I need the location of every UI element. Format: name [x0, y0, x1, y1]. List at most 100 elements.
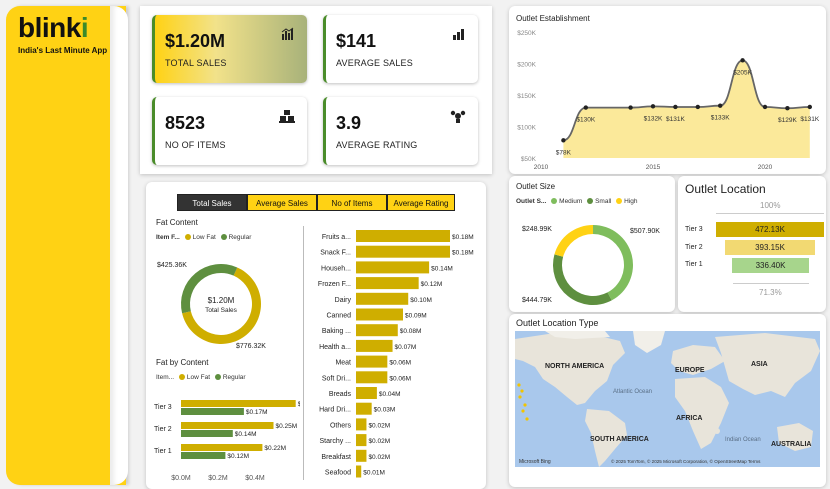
- x-tick: $0.2M: [208, 475, 228, 482]
- donut-slice-regular[interactable]: [181, 264, 238, 314]
- bar-item-type[interactable]: [356, 449, 367, 462]
- map-attribution: © 2025 TomTom, © 2025 Microsoft Corporat…: [611, 458, 761, 464]
- data-label: $131K: [666, 116, 685, 123]
- legend-regular[interactable]: Regular: [229, 234, 252, 241]
- funnel-top-percent: 100%: [760, 201, 781, 210]
- data-point[interactable]: [762, 104, 768, 110]
- bar-item-type[interactable]: [356, 230, 450, 242]
- category-label: Soft Dri...: [322, 375, 351, 382]
- data-point[interactable]: [628, 105, 633, 110]
- category-label: Hard Dri...: [319, 407, 351, 414]
- category-label: Seafood: [325, 470, 351, 477]
- map-label: EUROPE: [675, 367, 705, 374]
- funnel-bar-tier-3[interactable]: 472.13K: [716, 222, 824, 237]
- column-chart-icon: [452, 27, 466, 44]
- map-label: AUSTRALIA: [771, 441, 811, 448]
- donut-center-value: $1.20M: [208, 296, 235, 305]
- kpi-label: AVERAGE RATING: [336, 140, 418, 150]
- funnel-bar-tier-1[interactable]: 336.40K: [732, 258, 809, 273]
- bar-item-type[interactable]: [356, 277, 419, 290]
- legend-low-fat[interactable]: Low Fat: [193, 234, 216, 241]
- item-type-chart: Fruits a... $0.18M Snack F... $0.18M Househ.…: [318, 230, 474, 478]
- bar-item-type[interactable]: [356, 371, 388, 384]
- data-point[interactable]: [785, 106, 790, 111]
- data-point[interactable]: [807, 104, 812, 110]
- data-label: $131K: [800, 116, 819, 123]
- brand-tagline: India's Last Minute App: [18, 46, 108, 55]
- data-label: $0.31M: [298, 401, 300, 408]
- boxes-icon: [279, 109, 295, 126]
- map-label: ASIA: [751, 361, 768, 368]
- legend-low-fat[interactable]: Low Fat: [187, 374, 210, 381]
- outlet-establishment-chart: $250K $200K $150K $100K $50K2010 2015 2020 $78K…: [517, 30, 820, 171]
- map-label: Indian Ocean: [725, 437, 761, 443]
- y-tick: $250K: [517, 30, 536, 37]
- bar-regular[interactable]: [181, 430, 233, 437]
- data-label: $0.14M: [235, 431, 257, 438]
- data-label: $0.06M: [389, 375, 411, 382]
- data-point[interactable]: [740, 58, 745, 63]
- data-label: $0.02M: [368, 422, 390, 429]
- legend-small[interactable]: Small: [595, 198, 611, 205]
- bar-regular[interactable]: [181, 408, 244, 415]
- data-label: $0.10M: [410, 297, 432, 304]
- bar-item-type[interactable]: [356, 308, 403, 321]
- bar-item-type[interactable]: [356, 465, 362, 478]
- legend-high[interactable]: High: [624, 198, 637, 205]
- kpi-card-average-sales[interactable]: $141 AVERAGE SALES: [323, 15, 478, 83]
- tab-no-of-items[interactable]: No of Items: [317, 194, 387, 211]
- data-point[interactable]: [718, 103, 723, 108]
- data-label: $133K: [711, 115, 730, 122]
- bar-item-type[interactable]: [356, 418, 367, 431]
- data-point[interactable]: [650, 104, 656, 109]
- bar-item-type[interactable]: [356, 434, 367, 447]
- legend-regular[interactable]: Regular: [223, 374, 246, 381]
- data-label: $0.06M: [389, 360, 411, 367]
- category-label: Frozen F...: [318, 281, 351, 288]
- y-tick: $200K: [517, 62, 536, 69]
- size-high-label: $248.99K: [522, 226, 552, 233]
- category-label: Fruits a...: [322, 234, 351, 241]
- world-map[interactable]: NORTH AMERICA EUROPE ASIA AFRICA SOUTH A…: [515, 331, 820, 467]
- bar-item-type[interactable]: [356, 292, 409, 305]
- bar-item-type[interactable]: [356, 387, 377, 399]
- donut-slice-medium[interactable]: [593, 225, 633, 301]
- bar-item-type[interactable]: [356, 339, 393, 352]
- data-label: $0.02M: [368, 438, 390, 445]
- bing-logo: Microsoft Bing: [519, 459, 551, 465]
- bar-item-type[interactable]: [356, 402, 372, 415]
- kpi-label: TOTAL SALES: [165, 58, 227, 68]
- bar-item-type[interactable]: [356, 261, 430, 274]
- data-label: $0.25M: [276, 423, 298, 430]
- divider: [303, 226, 304, 480]
- tab-total-sales[interactable]: Total Sales: [177, 194, 247, 211]
- tab-average-sales[interactable]: Average Sales: [247, 194, 317, 211]
- kpi-card-total-sales[interactable]: $1.20M TOTAL SALES: [152, 15, 307, 83]
- kpi-card-average-rating[interactable]: 3.9 AVERAGE RATING: [323, 97, 478, 165]
- y-tick: $150K: [517, 93, 536, 100]
- bar-item-type[interactable]: [356, 245, 450, 258]
- bar-low-fat[interactable]: [181, 422, 274, 429]
- data-label: $0.08M: [400, 328, 422, 335]
- fat-content-title: Fat Content: [156, 218, 198, 227]
- kpi-card-no-of-items[interactable]: 8523 NO OF ITEMS: [152, 97, 307, 165]
- data-point[interactable]: [695, 104, 700, 110]
- category-label: Others: [330, 422, 352, 429]
- data-label: $0.12M: [227, 453, 249, 460]
- bar-item-type[interactable]: [356, 324, 398, 337]
- legend-medium[interactable]: Medium: [559, 198, 582, 205]
- bar-regular[interactable]: [181, 452, 226, 459]
- bar-item-type[interactable]: [356, 355, 388, 368]
- donut-slice-high[interactable]: [554, 225, 593, 257]
- map-label: NORTH AMERICA: [545, 363, 604, 370]
- bar-low-fat[interactable]: [181, 400, 296, 407]
- data-point[interactable]: [561, 138, 566, 143]
- donut-slice-small[interactable]: [553, 254, 612, 305]
- tab-average-rating[interactable]: Average Rating: [387, 194, 455, 211]
- kpi-label: NO OF ITEMS: [165, 140, 226, 150]
- bar-low-fat[interactable]: [181, 444, 263, 451]
- data-point[interactable]: [673, 104, 678, 110]
- data-point[interactable]: [583, 105, 588, 110]
- fat-by-content-chart: Tier 3 $0.31M $0.17M Tier 2 $0.25M $0.14M Tier…: [154, 400, 300, 482]
- funnel-bar-tier-2[interactable]: 393.15K: [725, 240, 815, 255]
